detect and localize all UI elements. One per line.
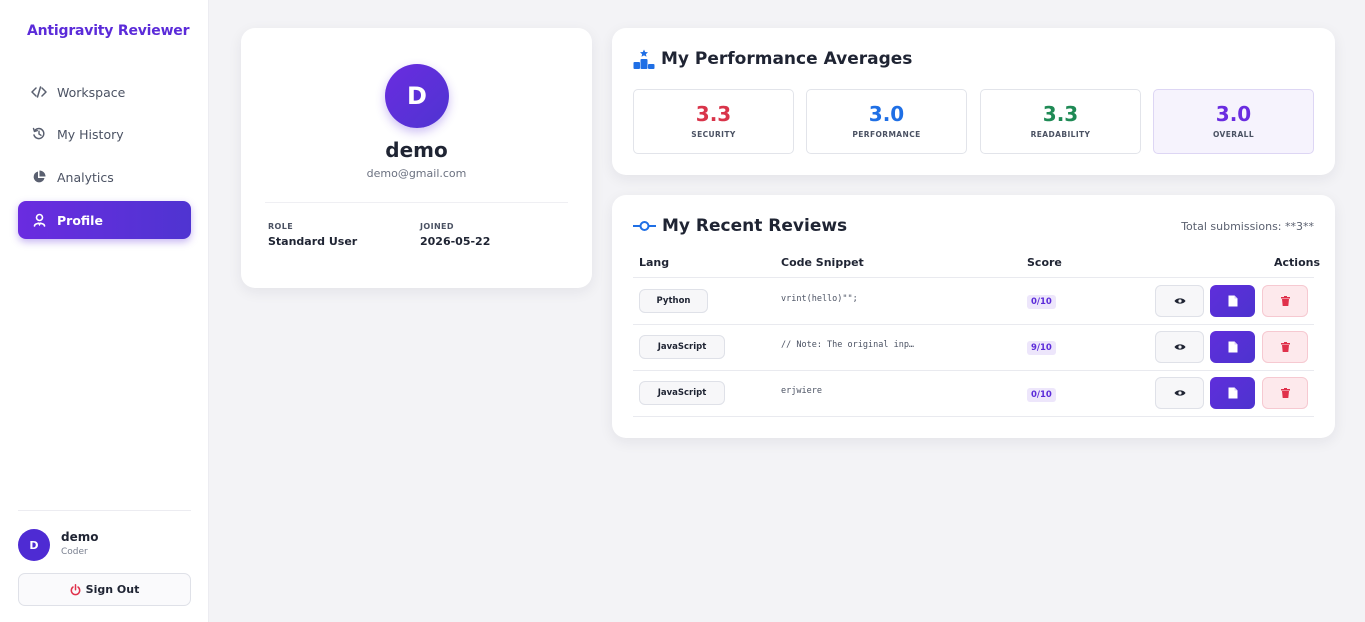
sign-out-button[interactable]: Sign Out [18, 573, 191, 606]
performance-title: My Performance Averages [633, 49, 912, 69]
joined-value: 2026-05-22 [420, 235, 491, 248]
stat-value: 3.0 [1215, 102, 1252, 126]
stat-label: SECURITY [691, 130, 736, 139]
view-button[interactable] [1155, 377, 1204, 409]
stat-value: 3.3 [695, 102, 732, 126]
sidebar-item-analytics[interactable]: Analytics [18, 158, 191, 196]
row-divider [633, 324, 1314, 325]
trash-icon [1280, 388, 1290, 398]
delete-button[interactable] [1262, 285, 1308, 317]
profile-divider [265, 202, 568, 203]
reviews-title-text: My Recent Reviews [662, 216, 848, 236]
sidebar-item-label: Profile [57, 212, 103, 228]
commit-icon [633, 220, 656, 232]
column-header-lang: Lang [639, 256, 670, 269]
stat-performance: 3.0 PERFORMANCE [806, 89, 967, 154]
sidebar-item-label: Workspace [57, 84, 126, 100]
stat-readability: 3.3 READABILITY [980, 89, 1141, 154]
sign-out-label: Sign Out [85, 583, 140, 596]
stat-value: 3.0 [868, 102, 905, 126]
view-button[interactable] [1155, 331, 1204, 363]
avatar: D [18, 529, 50, 561]
reviews-title: My Recent Reviews [633, 216, 847, 236]
trash-icon [1280, 342, 1290, 352]
total-submissions: Total submissions: **3** [1181, 220, 1314, 233]
column-header-code: Code Snippet [781, 256, 864, 269]
column-header-score: Score [1027, 256, 1062, 269]
delete-button[interactable] [1262, 331, 1308, 363]
sidebar-item-profile[interactable]: Profile [18, 201, 191, 239]
pdf-file-icon [1228, 387, 1237, 399]
stat-security: 3.3 SECURITY [633, 89, 794, 154]
power-icon [70, 583, 81, 596]
joined-label: JOINED [420, 222, 454, 231]
sidebar-item-label: Analytics [57, 169, 114, 185]
language-badge: Python [639, 289, 708, 313]
recent-reviews-card: My Recent Reviews Total submissions: **3… [612, 195, 1335, 438]
code-snippet: // Note: The original inp… [781, 340, 915, 350]
score-badge: 0/10 [1027, 295, 1056, 309]
performance-card: My Performance Averages 3.3 SECURITY 3.0… [612, 28, 1335, 175]
stat-label: OVERALL [1212, 130, 1255, 139]
row-divider [633, 416, 1314, 417]
delete-button[interactable] [1262, 377, 1308, 409]
language-badge: JavaScript [639, 381, 725, 405]
profile-card: D demo demo@gmail.com ROLE Standard User… [241, 28, 592, 288]
role-value: Standard User [268, 235, 358, 248]
stat-overall: 3.0 OVERALL [1153, 89, 1314, 154]
stat-label: READABILITY [1030, 130, 1091, 139]
score-badge: 0/10 [1027, 388, 1056, 402]
sidebar-item-label: My History [57, 126, 124, 142]
code-snippet: erjwiere [781, 386, 822, 396]
pdf-file-icon [1228, 341, 1237, 353]
sidebar-divider [18, 510, 191, 511]
sidebar-user-role: Coder [61, 547, 88, 557]
view-button[interactable] [1155, 285, 1204, 317]
app-brand[interactable]: Antigravity Reviewer [27, 23, 190, 39]
code-icon [30, 83, 48, 101]
eye-icon [1174, 390, 1185, 396]
podium-icon [633, 49, 655, 69]
eye-icon [1174, 344, 1185, 350]
sidebar-user-name: demo [61, 530, 99, 544]
column-header-actions: Actions [1274, 256, 1320, 269]
export-pdf-button[interactable] [1210, 377, 1255, 409]
sidebar-item-workspace[interactable]: Workspace [18, 73, 191, 111]
sidebar-item-history[interactable]: My History [18, 115, 191, 153]
score-badge: 9/10 [1027, 341, 1056, 355]
history-icon [30, 125, 48, 143]
sidebar: Antigravity Reviewer Workspace My Histor… [0, 0, 209, 622]
profile-avatar: D [385, 64, 449, 128]
stat-value: 3.3 [1042, 102, 1079, 126]
role-label: ROLE [268, 222, 294, 231]
export-pdf-button[interactable] [1210, 331, 1255, 363]
row-divider [633, 370, 1314, 371]
performance-title-text: My Performance Averages [661, 49, 913, 69]
user-badge-icon [30, 211, 48, 229]
profile-email: demo@gmail.com [366, 167, 467, 180]
language-badge: JavaScript [639, 335, 725, 359]
pdf-file-icon [1228, 295, 1237, 307]
stat-label: PERFORMANCE [852, 130, 921, 139]
code-snippet: vrint(hello)""; [781, 294, 858, 304]
table-header-divider [633, 277, 1314, 278]
profile-name: demo [385, 138, 448, 162]
eye-icon [1174, 298, 1185, 304]
pie-chart-icon [30, 168, 48, 186]
export-pdf-button[interactable] [1210, 285, 1255, 317]
trash-icon [1280, 296, 1290, 306]
